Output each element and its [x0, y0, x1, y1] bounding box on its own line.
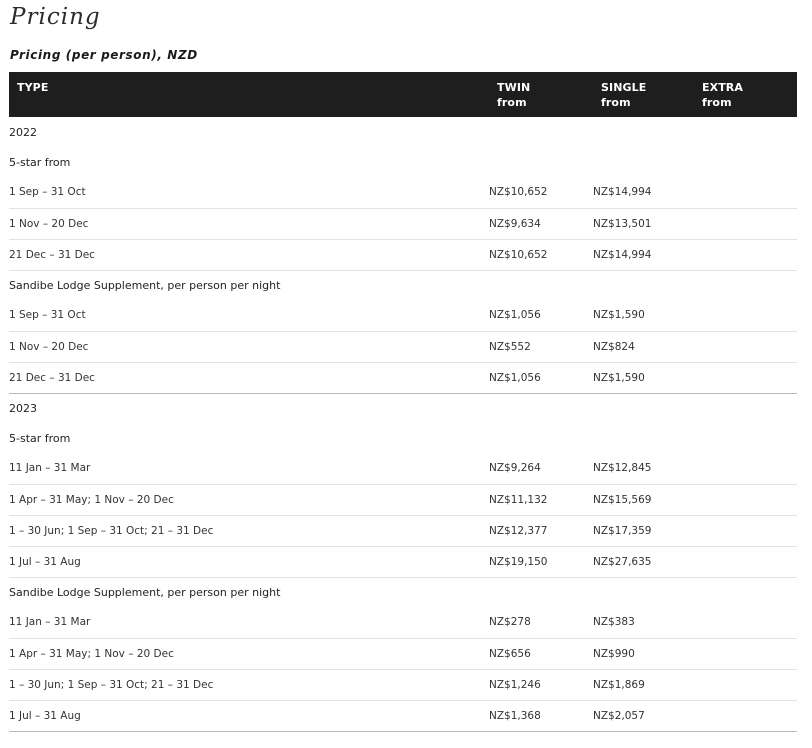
date-range-cell: 1 – 30 Jun; 1 Sep – 31 Oct; 21 – 31 Dec — [9, 669, 489, 701]
single-price-cell: NZ$1,869 — [593, 669, 697, 701]
single-price-cell: NZ$1,590 — [593, 362, 697, 394]
single-price-cell: NZ$17,359 — [593, 515, 697, 547]
group-row: Sandibe Lodge Supplement, per person per… — [9, 270, 797, 300]
twin-price-cell: NZ$1,056 — [489, 300, 593, 332]
twin-price-cell: NZ$656 — [489, 638, 593, 670]
twin-price-cell: NZ$1,056 — [489, 362, 593, 394]
group-row: Sandibe Lodge Supplement, per person per… — [9, 577, 797, 607]
group-label: Sandibe Lodge Supplement, per person per… — [9, 278, 281, 292]
single-price-cell: NZ$1,590 — [593, 300, 697, 332]
table-row: 1 Apr – 31 May; 1 Nov – 20 Dec NZ$11,132 N… — [9, 484, 797, 516]
date-range-cell: 1 Apr – 31 May; 1 Nov – 20 Dec — [9, 484, 489, 516]
table-row: 1 Nov – 20 Dec NZ$552 NZ$824 — [9, 331, 797, 363]
extra-price-cell — [697, 484, 797, 516]
twin-price-cell: NZ$9,634 — [489, 208, 593, 240]
date-range-cell: 1 – 30 Jun; 1 Sep – 31 Oct; 21 – 31 Dec — [9, 515, 489, 547]
date-range-cell: 11 Jan – 31 Mar — [9, 607, 489, 639]
single-price-cell: NZ$14,994 — [593, 239, 697, 271]
table-row: 1 – 30 Jun; 1 Sep – 31 Oct; 21 – 31 Dec N… — [9, 669, 797, 701]
extra-price-cell — [697, 638, 797, 670]
single-price-cell: NZ$990 — [593, 638, 697, 670]
extra-price-cell — [697, 700, 797, 732]
table-row: 1 Sep – 31 Oct NZ$1,056 NZ$1,590 — [9, 300, 797, 332]
table-row: 1 Sep – 31 Oct NZ$10,652 NZ$14,994 — [9, 177, 797, 209]
twin-price-cell: NZ$10,652 — [489, 177, 593, 209]
date-range-cell: 1 Jul – 31 Aug — [9, 700, 489, 732]
twin-price-cell: NZ$1,246 — [489, 669, 593, 701]
extra-price-cell — [697, 362, 797, 394]
extra-price-cell — [697, 515, 797, 547]
table-row: 21 Dec – 31 Dec NZ$10,652 NZ$14,994 — [9, 239, 797, 271]
twin-price-cell: NZ$10,652 — [489, 239, 593, 271]
date-range-cell: 1 Sep – 31 Oct — [9, 177, 489, 209]
extra-price-cell — [697, 453, 797, 485]
single-price-cell: NZ$2,057 — [593, 700, 697, 732]
table-header: TYPE TWIN from SINGLE from EXTRA from — [9, 72, 797, 117]
extra-price-cell — [697, 300, 797, 332]
table-body: 2022 5-star from 1 Sep – 31 Oct NZ$10,652 NZ… — [9, 117, 797, 732]
extra-price-cell — [697, 331, 797, 363]
single-price-cell: NZ$13,501 — [593, 208, 697, 240]
year-label: 2022 — [9, 125, 37, 139]
header-single: SINGLE from — [601, 81, 647, 109]
twin-price-cell: NZ$12,377 — [489, 515, 593, 547]
single-price-cell: NZ$12,845 — [593, 453, 697, 485]
header-extra: EXTRA from — [702, 81, 743, 109]
year-row: 2022 — [9, 117, 797, 147]
date-range-cell: 1 Sep – 31 Oct — [9, 300, 489, 332]
extra-price-cell — [697, 239, 797, 271]
twin-price-cell: NZ$9,264 — [489, 453, 593, 485]
date-range-cell: 11 Jan – 31 Mar — [9, 453, 489, 485]
group-row: 5-star from — [9, 423, 797, 453]
single-price-cell: NZ$15,569 — [593, 484, 697, 516]
table-row: 21 Dec – 31 Dec NZ$1,056 NZ$1,590 — [9, 362, 797, 394]
single-price-cell: NZ$14,994 — [593, 177, 697, 209]
table-row: 11 Jan – 31 Mar NZ$278 NZ$383 — [9, 607, 797, 639]
single-price-cell: NZ$27,635 — [593, 546, 697, 578]
group-label: 5-star from — [9, 155, 71, 169]
table-row: 1 Nov – 20 Dec NZ$9,634 NZ$13,501 — [9, 208, 797, 240]
date-range-cell: 1 Jul – 31 Aug — [9, 546, 489, 578]
year-label: 2023 — [9, 401, 37, 415]
single-price-cell: NZ$824 — [593, 331, 697, 363]
table-row: 1 – 30 Jun; 1 Sep – 31 Oct; 21 – 31 Dec N… — [9, 515, 797, 547]
date-range-cell: 1 Nov – 20 Dec — [9, 331, 489, 363]
twin-price-cell: NZ$552 — [489, 331, 593, 363]
date-range-cell: 1 Apr – 31 May; 1 Nov – 20 Dec — [9, 638, 489, 670]
date-range-cell: 21 Dec – 31 Dec — [9, 362, 489, 394]
twin-price-cell: NZ$11,132 — [489, 484, 593, 516]
extra-price-cell — [697, 669, 797, 701]
table-row: 1 Jul – 31 Aug NZ$1,368 NZ$2,057 — [9, 700, 797, 732]
table-row: 1 Apr – 31 May; 1 Nov – 20 Dec NZ$656 NZ$9… — [9, 638, 797, 670]
table-row: 1 Jul – 31 Aug NZ$19,150 NZ$27,635 — [9, 546, 797, 578]
group-label: Sandibe Lodge Supplement, per person per… — [9, 585, 281, 599]
twin-price-cell: NZ$19,150 — [489, 546, 593, 578]
twin-price-cell: NZ$278 — [489, 607, 593, 639]
header-type: TYPE — [17, 81, 49, 94]
date-range-cell: 1 Nov – 20 Dec — [9, 208, 489, 240]
pricing-table: TYPE TWIN from SINGLE from EXTRA from 2022 5… — [9, 72, 797, 732]
twin-price-cell: NZ$1,368 — [489, 700, 593, 732]
table-row: 11 Jan – 31 Mar NZ$9,264 NZ$12,845 — [9, 453, 797, 485]
header-twin: TWIN from — [497, 81, 531, 109]
date-range-cell: 21 Dec – 31 Dec — [9, 239, 489, 271]
page-title: Pricing — [10, 4, 101, 30]
group-label: 5-star from — [9, 431, 71, 445]
extra-price-cell — [697, 546, 797, 578]
extra-price-cell — [697, 177, 797, 209]
group-row: 5-star from — [9, 147, 797, 177]
pricing-subtitle: Pricing (per person), NZD — [10, 48, 198, 62]
extra-price-cell — [697, 607, 797, 639]
single-price-cell: NZ$383 — [593, 607, 697, 639]
extra-price-cell — [697, 208, 797, 240]
year-row: 2023 — [9, 393, 797, 423]
